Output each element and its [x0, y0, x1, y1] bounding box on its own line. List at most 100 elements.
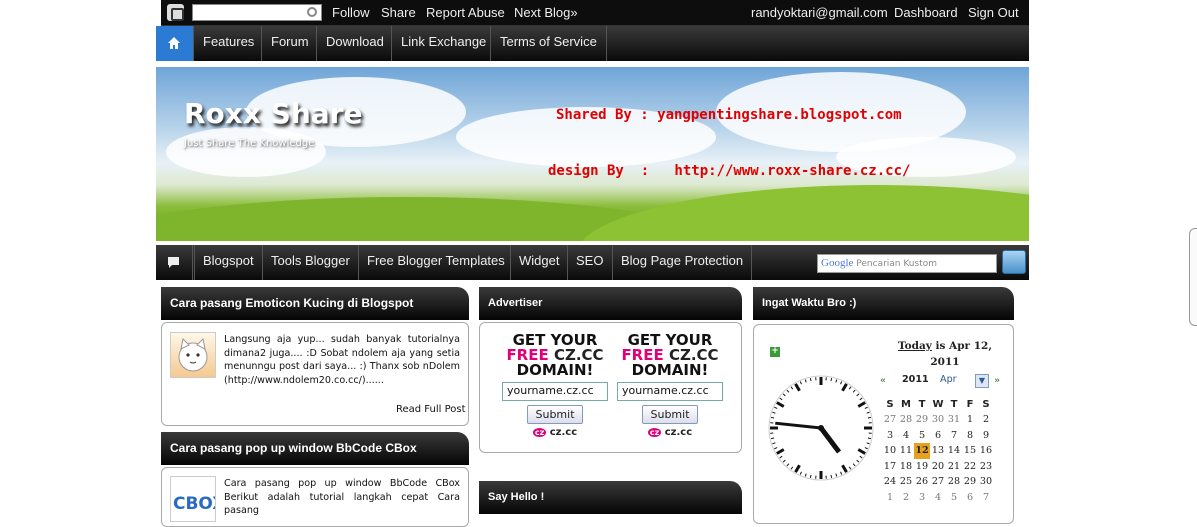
post-thumbnail[interactable]: [170, 332, 216, 378]
report-abuse-link[interactable]: Report Abuse: [426, 5, 505, 20]
calendar-day[interactable]: 21: [946, 459, 962, 475]
clock-widget-title: Ingat Waktu Bro :): [753, 287, 1014, 320]
calendar-day[interactable]: 5: [914, 428, 930, 444]
calendar-day[interactable]: 7: [978, 490, 994, 506]
navbar-search-input[interactable]: [192, 4, 322, 21]
today-link[interactable]: Today: [898, 340, 932, 352]
calendar-day[interactable]: 2: [898, 490, 914, 506]
read-full-post-link[interactable]: Read Full Post: [396, 404, 466, 415]
home-tab[interactable]: [156, 26, 193, 61]
menu-blogspot[interactable]: Blogspot: [194, 245, 262, 280]
calendar-today[interactable]: 12: [914, 443, 930, 459]
menu-tools-blogger[interactable]: Tools Blogger: [262, 245, 358, 280]
weekday-header: S: [882, 397, 898, 412]
ad-domain-input[interactable]: yourname.cz.cc: [617, 382, 723, 401]
cz-cc-logo: cz cz.cc: [615, 427, 725, 438]
clock-tick: [831, 475, 832, 478]
blogger-navbar: Follow Share Report Abuse Next Blog» ran…: [161, 0, 1029, 26]
calendar-day[interactable]: 1: [962, 412, 978, 428]
calendar-day[interactable]: 4: [898, 428, 914, 444]
menu-link-exchange[interactable]: Link Exchange: [391, 26, 495, 61]
calendar-day[interactable]: 15: [962, 443, 978, 459]
menu-features[interactable]: Features: [193, 26, 263, 61]
chevron-down-icon[interactable]: ▼: [975, 374, 989, 388]
menu-widget[interactable]: Widget: [510, 245, 567, 280]
calendar-day[interactable]: 13: [930, 443, 946, 459]
calendar-day[interactable]: 29: [962, 474, 978, 490]
menu-seo[interactable]: SEO: [567, 245, 611, 280]
calendar-day[interactable]: 3: [882, 428, 898, 444]
ad-domain-input[interactable]: yourname.cz.cc: [502, 382, 608, 401]
calendar-day[interactable]: 6: [962, 490, 978, 506]
header-hill: [576, 185, 1029, 241]
calendar-day[interactable]: 16: [978, 443, 994, 459]
next-month-icon[interactable]: »: [994, 375, 1000, 386]
ad-submit-button[interactable]: Submit: [527, 405, 583, 424]
calendar-day[interactable]: 18: [898, 459, 914, 475]
calendar-day[interactable]: 29: [914, 412, 930, 428]
calendar-day[interactable]: 7: [946, 428, 962, 444]
calendar-day[interactable]: 27: [882, 412, 898, 428]
prev-month-icon[interactable]: «: [880, 375, 886, 386]
calendar-day[interactable]: 5: [946, 490, 962, 506]
calendar-day[interactable]: 28: [898, 412, 914, 428]
calendar-day[interactable]: 24: [882, 474, 898, 490]
calendar-day[interactable]: 4: [930, 490, 946, 506]
search-button[interactable]: [1002, 250, 1026, 274]
expand-icon[interactable]: +: [770, 347, 780, 357]
menu-forum[interactable]: Forum: [261, 26, 318, 61]
custom-search-input[interactable]: Google Pencarian Kustom: [817, 254, 997, 273]
post-title[interactable]: Cara pasang Emoticon Kucing di Blogspot: [161, 287, 469, 320]
blogger-logo-icon[interactable]: [167, 4, 184, 21]
side-scroll-tab[interactable]: [1189, 228, 1197, 326]
calendar-day[interactable]: 8: [962, 428, 978, 444]
ad-banner[interactable]: GET YOUR FREE CZ.CC DOMAIN! yourname.cz.…: [500, 333, 610, 438]
next-blog-link[interactable]: Next Blog»: [514, 5, 578, 20]
calendar-day[interactable]: 27: [930, 474, 946, 490]
calendar-day[interactable]: 1: [882, 490, 898, 506]
calendar-day[interactable]: 30: [978, 474, 994, 490]
calendar-day[interactable]: 28: [946, 474, 962, 490]
menu-terms[interactable]: Terms of Service: [490, 26, 607, 61]
post-title[interactable]: Cara pasang pop up window BbCode CBox: [161, 432, 469, 465]
follow-link[interactable]: Follow: [332, 5, 370, 20]
calendar-day[interactable]: 20: [930, 459, 946, 475]
search-icon[interactable]: [307, 7, 317, 17]
comment-icon: [168, 257, 179, 265]
category-menu: Blogspot Tools Blogger Free Blogger Temp…: [156, 245, 1029, 280]
comment-tab[interactable]: [156, 245, 193, 280]
menu-download[interactable]: Download: [316, 26, 393, 61]
calendar-day[interactable]: 26: [914, 474, 930, 490]
cz-cc-logo: cz cz.cc: [500, 427, 610, 438]
post-thumbnail[interactable]: CBOX: [170, 476, 216, 522]
share-link[interactable]: Share: [381, 5, 416, 20]
calendar-day[interactable]: 11: [898, 443, 914, 459]
dashboard-link[interactable]: Dashboard: [894, 5, 958, 20]
calendar-day[interactable]: 6: [930, 428, 946, 444]
calendar-day[interactable]: 9: [978, 428, 994, 444]
calendar-day[interactable]: 17: [882, 459, 898, 475]
calendar-day[interactable]: 22: [962, 459, 978, 475]
blog-title[interactable]: Roxx Share: [184, 97, 362, 130]
blog-description: Just Share The Knowledge: [184, 138, 314, 149]
calendar-day[interactable]: 25: [898, 474, 914, 490]
ad-banner[interactable]: GET YOUR FREE CZ.CC DOMAIN! yourname.cz.…: [615, 333, 725, 438]
calendar-month-select[interactable]: Apr: [940, 374, 957, 385]
calendar-day[interactable]: 31: [946, 412, 962, 428]
calendar-day[interactable]: 2: [978, 412, 994, 428]
calendar-day[interactable]: 14: [946, 443, 962, 459]
today-date: is Apr 12, 2011: [930, 340, 992, 368]
ad-submit-button[interactable]: Submit: [642, 405, 698, 424]
cz-logo-text: cz.cc: [550, 427, 577, 438]
calendar-day[interactable]: 23: [978, 459, 994, 475]
home-icon: [167, 36, 181, 50]
calendar-week: 3456789: [882, 428, 994, 444]
calendar-day[interactable]: 30: [930, 412, 946, 428]
calendar-day[interactable]: 3: [914, 490, 930, 506]
sign-out-link[interactable]: Sign Out: [968, 5, 1019, 20]
calendar-day[interactable]: 19: [914, 459, 930, 475]
calendar-day[interactable]: 10: [882, 443, 898, 459]
search-placeholder: Pencarian Kustom: [856, 259, 937, 269]
menu-blog-page-protection[interactable]: Blog Page Protection: [612, 245, 752, 280]
menu-free-templates[interactable]: Free Blogger Templates: [358, 245, 513, 280]
